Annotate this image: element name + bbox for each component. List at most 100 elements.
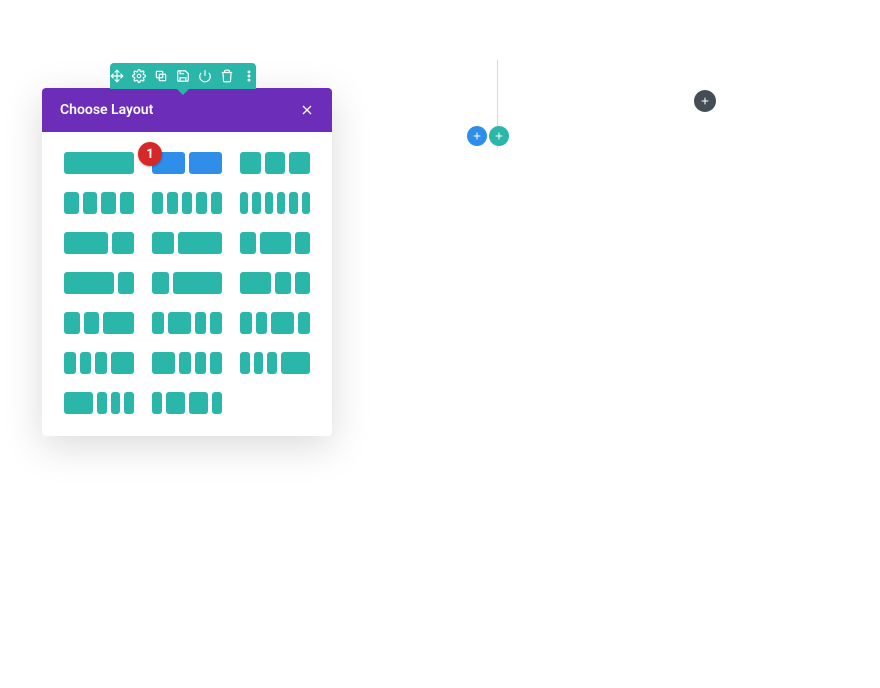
layout-column [195, 352, 207, 374]
layout-column [64, 272, 114, 294]
gear-icon[interactable] [132, 69, 146, 83]
layout-column [152, 232, 174, 254]
step-badge: 1 [138, 142, 162, 166]
layout-column [179, 352, 191, 374]
layout-column [265, 152, 286, 174]
add-row-button[interactable] [467, 126, 487, 146]
layout-column [302, 192, 310, 214]
layout-option[interactable] [240, 272, 310, 294]
move-icon[interactable] [110, 69, 124, 83]
toolbar-pointer [177, 89, 189, 95]
layout-column [254, 352, 264, 374]
layout-column [101, 192, 116, 214]
duplicate-icon[interactable] [154, 69, 168, 83]
layout-column [182, 192, 193, 214]
layout-column [211, 192, 222, 214]
layout-option[interactable] [240, 312, 310, 334]
layout-column [152, 392, 162, 414]
layout-grid [64, 152, 310, 414]
layout-option[interactable] [152, 232, 222, 254]
layout-column [124, 392, 134, 414]
layout-option[interactable] [64, 312, 134, 334]
layout-option[interactable] [240, 232, 310, 254]
power-icon[interactable] [198, 69, 212, 83]
layout-column [295, 232, 311, 254]
layout-column [80, 352, 92, 374]
layout-column [152, 352, 175, 374]
layout-column [64, 392, 93, 414]
layout-column [265, 192, 273, 214]
layout-column [95, 352, 107, 374]
layout-option[interactable] [64, 272, 134, 294]
layout-column [271, 312, 294, 334]
layout-option[interactable] [64, 192, 134, 214]
modal-title: Choose Layout [60, 102, 153, 118]
layout-option[interactable] [152, 312, 222, 334]
modal-body [42, 132, 332, 436]
layout-column [240, 152, 261, 174]
layout-column [111, 352, 134, 374]
layout-option[interactable] [64, 232, 134, 254]
layout-column [295, 272, 311, 294]
layout-option[interactable] [64, 392, 134, 414]
layout-column [189, 392, 208, 414]
layout-column [277, 192, 285, 214]
layout-column [103, 312, 134, 334]
layout-option[interactable] [152, 192, 222, 214]
save-icon[interactable] [176, 69, 190, 83]
layout-column [267, 352, 277, 374]
more-icon[interactable] [242, 69, 256, 83]
layout-column [196, 192, 207, 214]
layout-column [240, 192, 248, 214]
layout-column [120, 192, 135, 214]
layout-option[interactable] [152, 152, 222, 174]
layout-column [97, 392, 107, 414]
layout-column [210, 312, 222, 334]
layout-column [260, 232, 291, 254]
layout-column [252, 192, 260, 214]
layout-option[interactable] [152, 272, 222, 294]
layout-column [256, 312, 268, 334]
layout-column [166, 392, 185, 414]
layout-column [212, 392, 222, 414]
layout-column [111, 392, 121, 414]
layout-column [189, 152, 222, 174]
layout-column [173, 272, 223, 294]
layout-column [64, 312, 80, 334]
layout-column [64, 232, 108, 254]
layout-column [167, 192, 178, 214]
layout-column [281, 352, 310, 374]
layout-option[interactable] [240, 192, 310, 214]
trash-icon[interactable] [220, 69, 234, 83]
layout-option[interactable] [64, 152, 134, 174]
layout-option[interactable] [240, 152, 310, 174]
layout-option[interactable] [240, 352, 310, 374]
layout-column [240, 352, 250, 374]
layout-column [64, 152, 134, 174]
layout-column [83, 192, 98, 214]
layout-column [152, 312, 164, 334]
layout-column [178, 232, 222, 254]
layout-column [210, 352, 222, 374]
layout-column [152, 192, 163, 214]
layout-column [275, 272, 291, 294]
layout-column [298, 312, 310, 334]
layout-column [168, 312, 191, 334]
layout-option[interactable] [152, 352, 222, 374]
layout-column [118, 272, 135, 294]
layout-column [152, 272, 169, 294]
add-section-button[interactable] [489, 126, 509, 146]
layout-column [289, 152, 310, 174]
layout-column [112, 232, 134, 254]
layout-column [195, 312, 207, 334]
layout-option[interactable] [64, 352, 134, 374]
add-new-button[interactable] [694, 90, 716, 112]
layout-column [64, 352, 76, 374]
close-icon[interactable] [300, 103, 314, 117]
section-toolbar [110, 63, 256, 89]
choose-layout-modal: Choose Layout [42, 88, 332, 436]
layout-option[interactable] [152, 392, 222, 414]
layout-column [289, 192, 297, 214]
layout-column [64, 192, 79, 214]
layout-column [240, 312, 252, 334]
